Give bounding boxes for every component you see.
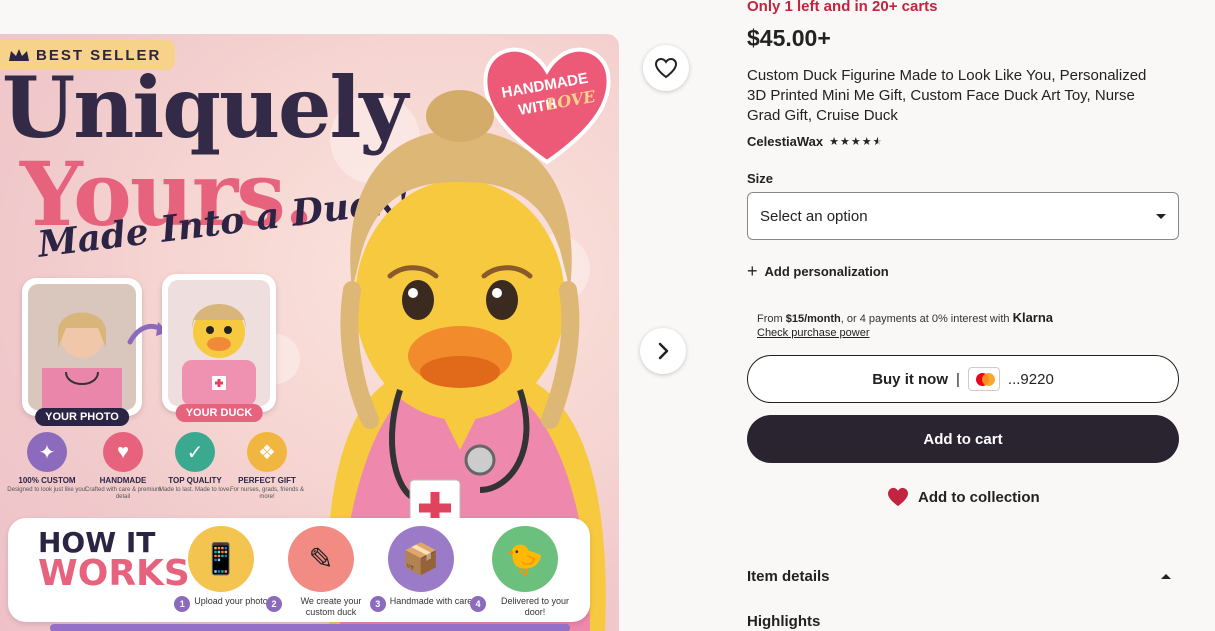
price: $45.00+: [747, 25, 831, 51]
your-duck-card: YOUR DUCK: [162, 274, 276, 422]
heart-icon: ♥: [103, 432, 143, 472]
how-it-works-title: HOW IT WORKS: [38, 529, 190, 594]
half-star-icon: ★★: [872, 136, 883, 148]
drawing-icon: ✎: [288, 526, 354, 592]
size-select[interactable]: Select an option: [747, 192, 1179, 240]
duck-icon: 🐤: [492, 526, 558, 592]
step-number: 2: [266, 596, 282, 612]
step-delivered: 🐤 4 Delivered to your door!: [470, 526, 580, 618]
feature-title: PERFECT GIFT: [238, 476, 296, 485]
add-to-cart-button[interactable]: Add to cart: [747, 415, 1179, 463]
klarna-financing: From $15/month, or 4 payments at 0% inte…: [757, 311, 1053, 340]
add-to-collection-button[interactable]: Add to collection: [886, 487, 1040, 507]
your-photo-card: YOUR PHOTO: [22, 278, 142, 426]
favorite-button[interactable]: [643, 45, 689, 91]
buy-it-now-button[interactable]: Buy it now | ...9220: [747, 355, 1179, 403]
how-it-works-panel: HOW IT WORKS 📱 1 Upload your photo ✎ 2 We …: [8, 518, 590, 622]
stock-notice: Only 1 left and in 20+ carts: [747, 0, 938, 15]
step-handmade: 📦 3 Handmade with care: [366, 526, 476, 612]
highlights-heading: Highlights: [747, 613, 821, 630]
add-to-collection-label: Add to collection: [918, 488, 1040, 506]
add-personalization-button[interactable]: + Add personalization: [747, 262, 889, 280]
your-duck-label: YOUR DUCK: [175, 404, 263, 422]
star-icon: ★: [861, 136, 872, 148]
shop-info: CelestiaWax ★ ★ ★ ★ ★★: [747, 134, 882, 149]
step-number: 4: [470, 596, 486, 612]
duck-photo-illustration: [168, 280, 270, 406]
klarna-from: From: [757, 313, 786, 325]
star-icon: ★: [839, 136, 850, 148]
step-create: ✎ 2 We create your custom duck: [266, 526, 376, 618]
how-title-line-2: WORKS: [38, 552, 190, 594]
step-number: 1: [174, 596, 191, 612]
phone-icon: 📱: [188, 526, 254, 592]
chevron-right-icon: [658, 342, 669, 360]
check-purchase-power-link[interactable]: Check purchase power: [757, 326, 1053, 340]
heart-filled-icon: [888, 487, 908, 507]
size-select-value: Select an option: [760, 207, 868, 225]
klarna-logo: Klarna: [1012, 310, 1054, 325]
shield-check-icon: ✓: [175, 432, 215, 472]
listing-title: Custom Duck Figurine Made to Look Like Y…: [747, 67, 1147, 124]
item-details-toggle[interactable]: Item details: [747, 568, 1177, 585]
step-text: Handmade with care: [389, 596, 473, 606]
item-details-heading: Item details: [747, 568, 830, 585]
rating-stars[interactable]: ★ ★ ★ ★ ★★: [829, 135, 882, 148]
step-number: 3: [369, 596, 386, 612]
klarna-amount: $15/month: [785, 313, 841, 325]
caret-down-icon: [1156, 213, 1166, 219]
divider: |: [956, 370, 960, 388]
caret-up-icon: [1161, 574, 1171, 579]
next-image-button[interactable]: [640, 328, 686, 374]
step-upload: 📱 1 Upload your photo: [166, 526, 276, 612]
step-text: Delivered to your door!: [500, 596, 570, 617]
buy-it-now-label: Buy it now: [872, 370, 949, 388]
add-to-cart-label: Add to cart: [923, 430, 1003, 448]
plus-icon: +: [747, 261, 758, 281]
magic-wand-icon: ✦: [27, 432, 67, 472]
heart-outline-icon: [654, 57, 678, 79]
star-icon: ★: [850, 136, 861, 148]
feature-gift: ❖ PERFECT GIFT For nurses, grads, friend…: [222, 432, 312, 501]
klarna-terms: , or 4 payments at 0% interest with: [840, 313, 1013, 325]
star-icon: ★: [829, 136, 839, 148]
your-photo-label: YOUR PHOTO: [35, 408, 129, 426]
woman-photo-illustration: [28, 284, 136, 410]
decorative-strip: [50, 624, 570, 631]
gift-icon: ❖: [247, 432, 287, 472]
step-text: Upload your photo: [194, 596, 268, 606]
feature-sub: For nurses, grads, friends & more!: [229, 487, 305, 501]
add-personalization-label: Add personalization: [764, 263, 889, 279]
card-suffix: ...9220: [1007, 370, 1054, 388]
product-image[interactable]: BEST SELLER Uniquely Yours. Made Into a …: [0, 34, 619, 631]
box-icon: 📦: [388, 526, 454, 592]
step-text: We create your custom duck: [300, 596, 362, 617]
shop-name-link[interactable]: CelestiaWax: [747, 134, 823, 149]
mastercard-icon: [967, 367, 1000, 391]
size-label: Size: [747, 171, 774, 186]
